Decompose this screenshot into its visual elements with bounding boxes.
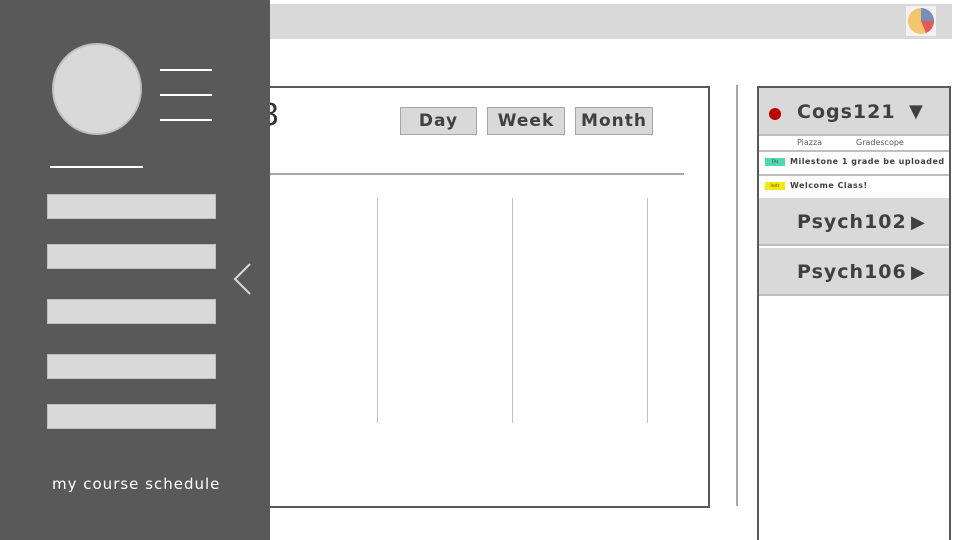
course-name: Psych106	[797, 261, 907, 283]
view-month-button[interactable]: Month	[575, 107, 653, 135]
notice-text: Welcome Class!	[790, 181, 868, 190]
notice-item[interactable]: Instr Welcome Class!	[759, 176, 949, 200]
course-schedule-label[interactable]: my course schedule	[52, 475, 220, 493]
view-week-button[interactable]: Week	[487, 107, 565, 135]
view-day-button[interactable]: Day	[400, 107, 477, 135]
course-links: Piazza Gradescope	[759, 136, 949, 152]
active-course-dot	[769, 108, 781, 120]
instructor-tag: Instr	[765, 182, 785, 190]
ta-tag: TAs	[765, 158, 785, 166]
app-logo-icon[interactable]	[906, 6, 936, 36]
course-list-panel: Cogs121 ▼ Piazza Gradescope TAs Mileston…	[757, 86, 951, 540]
course-psych106-header[interactable]: Psych106 ▶	[759, 248, 949, 296]
sidebar-item[interactable]	[47, 194, 216, 219]
calendar-header-divider	[252, 173, 684, 175]
caret-right-icon[interactable]: ▶	[911, 212, 925, 233]
notice-text: Milestone 1 grade be uploaded	[790, 157, 945, 166]
gradescope-link[interactable]: Gradescope	[856, 138, 904, 147]
piazza-link[interactable]: Piazza	[797, 138, 822, 147]
calendar-panel: 8 Day Week Month	[250, 86, 710, 508]
sidebar-item[interactable]	[47, 354, 216, 379]
calendar-column-divider	[512, 198, 513, 423]
hamburger-menu-icon[interactable]	[160, 69, 212, 123]
caret-down-icon[interactable]: ▼	[909, 101, 923, 122]
collapse-sidebar-chevron-icon[interactable]	[232, 262, 254, 296]
notice-item[interactable]: TAs Milestone 1 grade be uploaded	[759, 152, 949, 176]
course-psych102-header[interactable]: Psych102 ▶	[759, 198, 949, 246]
course-name: Cogs121	[797, 101, 896, 123]
panel-divider	[736, 85, 738, 506]
avatar[interactable]	[52, 43, 142, 135]
course-cogs121-header[interactable]: Cogs121 ▼	[759, 88, 949, 136]
course-name: Psych102	[797, 211, 907, 233]
caret-right-icon[interactable]: ▶	[911, 262, 925, 283]
app-root: 8 Day Week Month Cogs121 ▼ Piazza Grades…	[0, 0, 960, 540]
username-placeholder	[50, 166, 143, 168]
calendar-column-divider	[377, 198, 378, 423]
sidebar-item[interactable]	[47, 404, 216, 429]
sidebar-item[interactable]	[47, 244, 216, 269]
calendar-column-divider	[647, 198, 648, 423]
sidebar: my course schedule	[0, 0, 270, 540]
sidebar-item[interactable]	[47, 299, 216, 324]
